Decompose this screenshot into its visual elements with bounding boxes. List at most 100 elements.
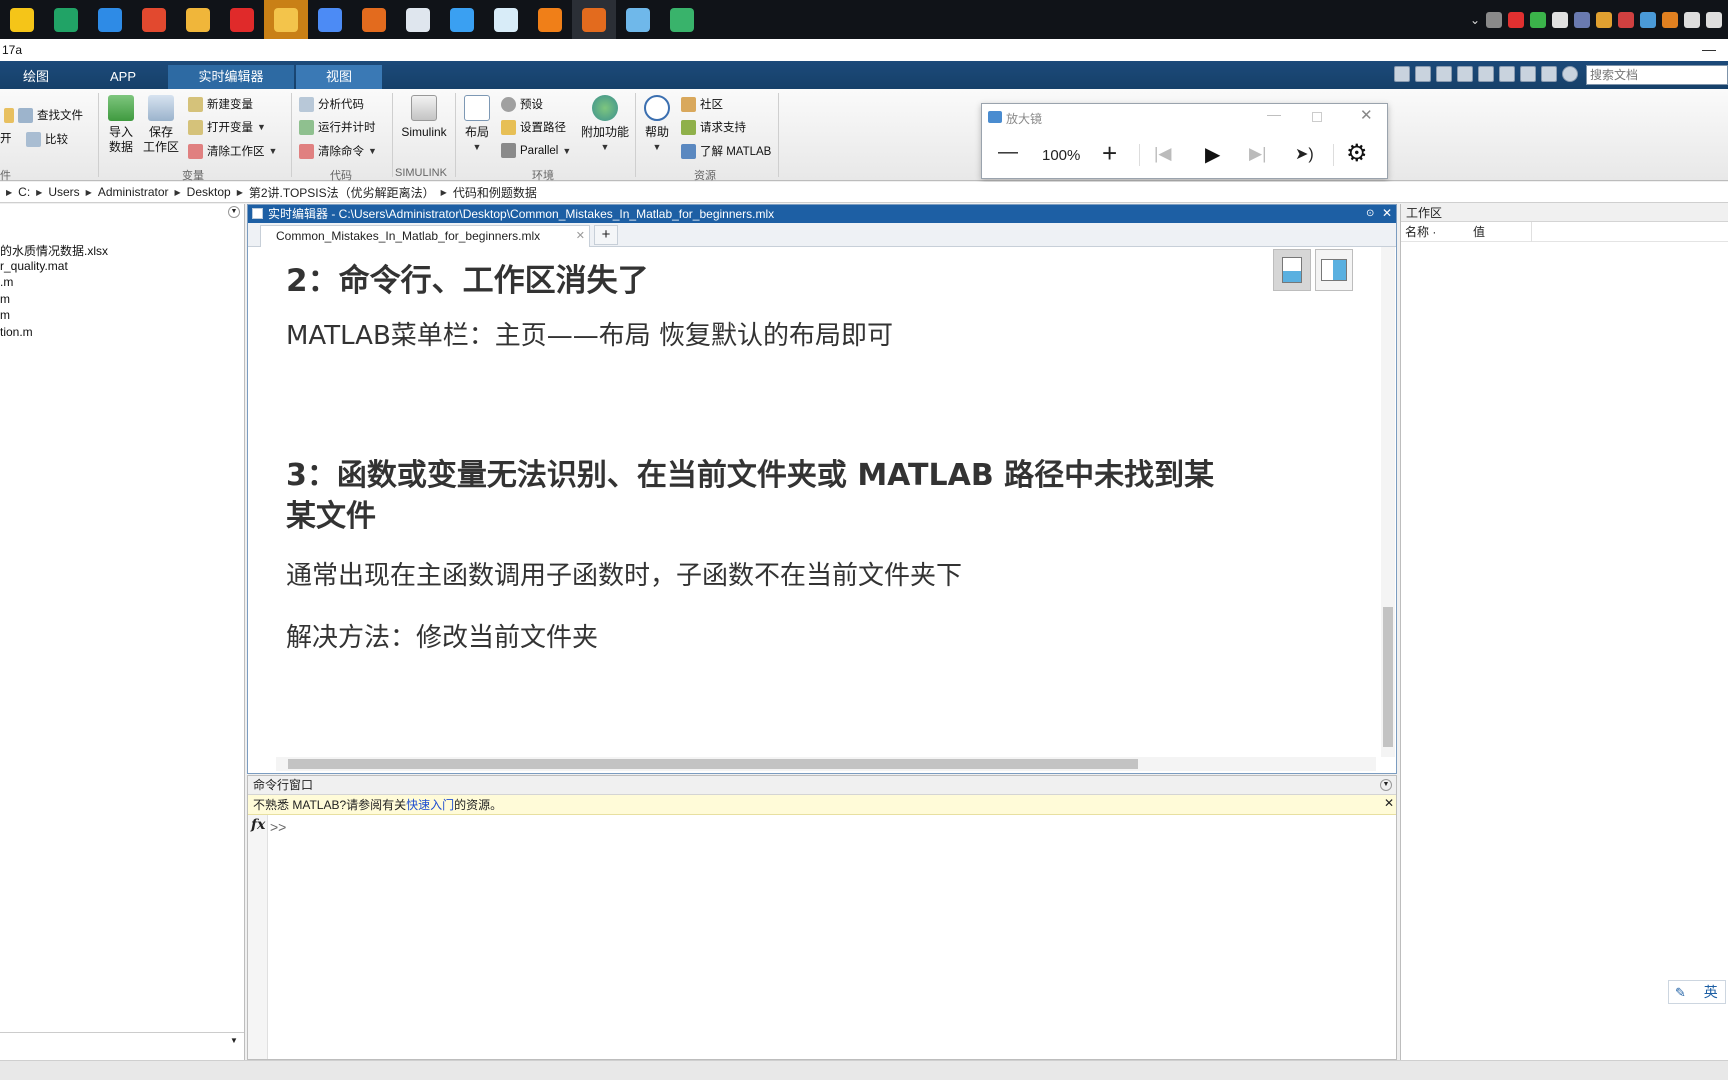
horizontal-scroll-thumb[interactable]: [288, 759, 1138, 769]
help-icon[interactable]: [1562, 66, 1578, 82]
preferences-button[interactable]: 预设: [501, 96, 543, 112]
breadcrumb-item[interactable]: Administrator: [98, 185, 169, 199]
taskbar-app-button[interactable]: [0, 0, 44, 39]
copy-icon[interactable]: [1457, 66, 1473, 82]
quick-start-link[interactable]: 快速入门: [406, 798, 454, 812]
save-workspace-button[interactable]: 保存 工作区: [142, 95, 180, 155]
output-right-button[interactable]: [1315, 249, 1353, 291]
undo-icon[interactable]: [1499, 66, 1515, 82]
breadcrumb-item[interactable]: Desktop: [187, 185, 231, 199]
close-tab-icon[interactable]: ✕: [576, 226, 585, 246]
skip-forward-icon[interactable]: ▶|: [1249, 144, 1267, 164]
tray-icon[interactable]: [1552, 11, 1568, 28]
taskbar-app-button[interactable]: [44, 0, 88, 39]
panel-menu-icon[interactable]: ▼: [228, 206, 240, 218]
column-value-header[interactable]: 值: [1473, 222, 1485, 242]
clear-workspace-button[interactable]: 清除工作区 ▼: [188, 143, 277, 159]
close-banner-icon[interactable]: ✕: [1384, 796, 1394, 810]
ime-indicator[interactable]: ✎ 英: [1668, 980, 1726, 1004]
chevron-down-icon[interactable]: ▼: [562, 146, 571, 156]
paragraph-solution[interactable]: 解决方法：修改当前文件夹: [286, 617, 598, 654]
layout-button[interactable]: 布局 ▼: [460, 95, 494, 155]
tab-live-editor[interactable]: 实时编辑器: [168, 65, 294, 89]
file-item[interactable]: r_quality.mat: [0, 259, 68, 273]
taskbar-app-button[interactable]: [660, 0, 704, 39]
help-button[interactable]: 帮助 ▼: [640, 95, 674, 155]
horizontal-scrollbar[interactable]: [276, 757, 1376, 771]
paragraph-layout-fix[interactable]: MATLAB菜单栏：主页——布局 恢复默认的布局即可: [286, 315, 893, 352]
tray-icon[interactable]: [1618, 11, 1634, 28]
paste-icon[interactable]: [1478, 66, 1494, 82]
panel-menu-icon[interactable]: ⊙: [1366, 208, 1374, 219]
chevron-up-icon[interactable]: ⌄: [1470, 13, 1480, 27]
redo-icon[interactable]: [1520, 66, 1536, 82]
add-ons-button[interactable]: 附加功能 ▼: [580, 95, 630, 155]
panel-menu-icon[interactable]: ▼: [1380, 779, 1392, 791]
clear-commands-button[interactable]: 清除命令 ▼: [299, 143, 377, 159]
tab-apps[interactable]: APP: [88, 65, 158, 89]
cut-icon[interactable]: [1436, 66, 1452, 82]
play-icon[interactable]: ▶: [1205, 142, 1220, 167]
settings-gear-icon[interactable]: ⚙: [1346, 139, 1368, 168]
zoom-in-button[interactable]: +: [1102, 138, 1117, 169]
switch-windows-icon[interactable]: [1541, 66, 1557, 82]
tray-icon[interactable]: [1640, 11, 1656, 28]
file-item[interactable]: tion.m: [0, 325, 33, 339]
taskbar-app-button[interactable]: [132, 0, 176, 39]
find-files-button[interactable]: 查找文件: [4, 107, 83, 123]
maximize-icon[interactable]: [1312, 112, 1322, 122]
heading-section-3-line2[interactable]: 某文件: [286, 491, 376, 535]
chevron-down-icon[interactable]: ▼: [269, 146, 278, 156]
set-path-button[interactable]: 设置路径: [501, 119, 566, 135]
minimize-icon[interactable]: —: [1267, 106, 1281, 122]
zoom-out-button[interactable]: —: [998, 141, 1018, 164]
breadcrumb-item[interactable]: C:: [18, 185, 30, 199]
chevron-down-icon[interactable]: ▼: [368, 146, 377, 156]
request-support-button[interactable]: 请求支持: [681, 119, 746, 135]
taskbar-app-button[interactable]: [528, 0, 572, 39]
breadcrumb-item[interactable]: 代码和例题数据: [453, 184, 537, 201]
parallel-button[interactable]: Parallel ▼: [501, 143, 571, 158]
tray-icon[interactable]: [1684, 11, 1700, 28]
column-name-header[interactable]: 名称 ·: [1405, 222, 1436, 242]
analyze-code-button[interactable]: 分析代码: [299, 96, 364, 112]
tab-common-mistakes[interactable]: Common_Mistakes_In_Matlab_for_beginners.…: [260, 225, 590, 247]
taskbar-app-button[interactable]: [352, 0, 396, 39]
compare-button[interactable]: 比较: [26, 131, 68, 147]
tray-icon[interactable]: [1596, 11, 1612, 28]
file-item[interactable]: 的水质情况数据.xlsx: [0, 242, 108, 259]
learn-matlab-button[interactable]: 了解 MATLAB: [681, 143, 771, 159]
taskbar-app-button[interactable]: [484, 0, 528, 39]
taskbar-app-button[interactable]: [616, 0, 660, 39]
file-item[interactable]: m: [0, 292, 10, 306]
paragraph-cause[interactable]: 通常出现在主函数调用子函数时，子函数不在当前文件夹下: [286, 555, 962, 592]
vertical-scroll-thumb[interactable]: [1383, 607, 1393, 747]
close-icon[interactable]: ✕: [1360, 106, 1373, 124]
taskbar-app-button[interactable]: [264, 0, 308, 39]
taskbar-app-button[interactable]: [572, 0, 616, 39]
taskbar-app-button[interactable]: [440, 0, 484, 39]
community-button[interactable]: 社区: [681, 96, 723, 112]
taskbar-app-button[interactable]: [176, 0, 220, 39]
tray-icon[interactable]: [1508, 11, 1524, 28]
minimize-button[interactable]: —: [1702, 39, 1716, 61]
add-tab-button[interactable]: +: [594, 225, 618, 245]
function-browser-icon[interactable]: fx: [251, 817, 265, 833]
read-aloud-icon[interactable]: ➤): [1295, 144, 1314, 164]
tray-icon[interactable]: [1486, 11, 1502, 28]
file-item[interactable]: .m: [0, 275, 13, 289]
breadcrumb-item[interactable]: Users: [48, 185, 79, 199]
chevron-down-icon[interactable]: ▼: [640, 140, 674, 155]
taskbar-app-button[interactable]: [396, 0, 440, 39]
command-prompt[interactable]: >>: [270, 819, 286, 835]
vertical-scrollbar[interactable]: [1381, 247, 1395, 757]
open-button[interactable]: 开: [0, 130, 12, 146]
tray-icon[interactable]: [1662, 11, 1678, 28]
save-icon[interactable]: [1415, 66, 1431, 82]
shortcut-icon[interactable]: [1394, 66, 1410, 82]
tray-icon[interactable]: [1574, 11, 1590, 28]
open-variable-button[interactable]: 打开变量 ▼: [188, 119, 266, 135]
tab-plots[interactable]: 绘图: [0, 65, 72, 89]
tab-view[interactable]: 视图: [296, 65, 382, 89]
import-data-button[interactable]: 导入 数据: [104, 95, 138, 155]
